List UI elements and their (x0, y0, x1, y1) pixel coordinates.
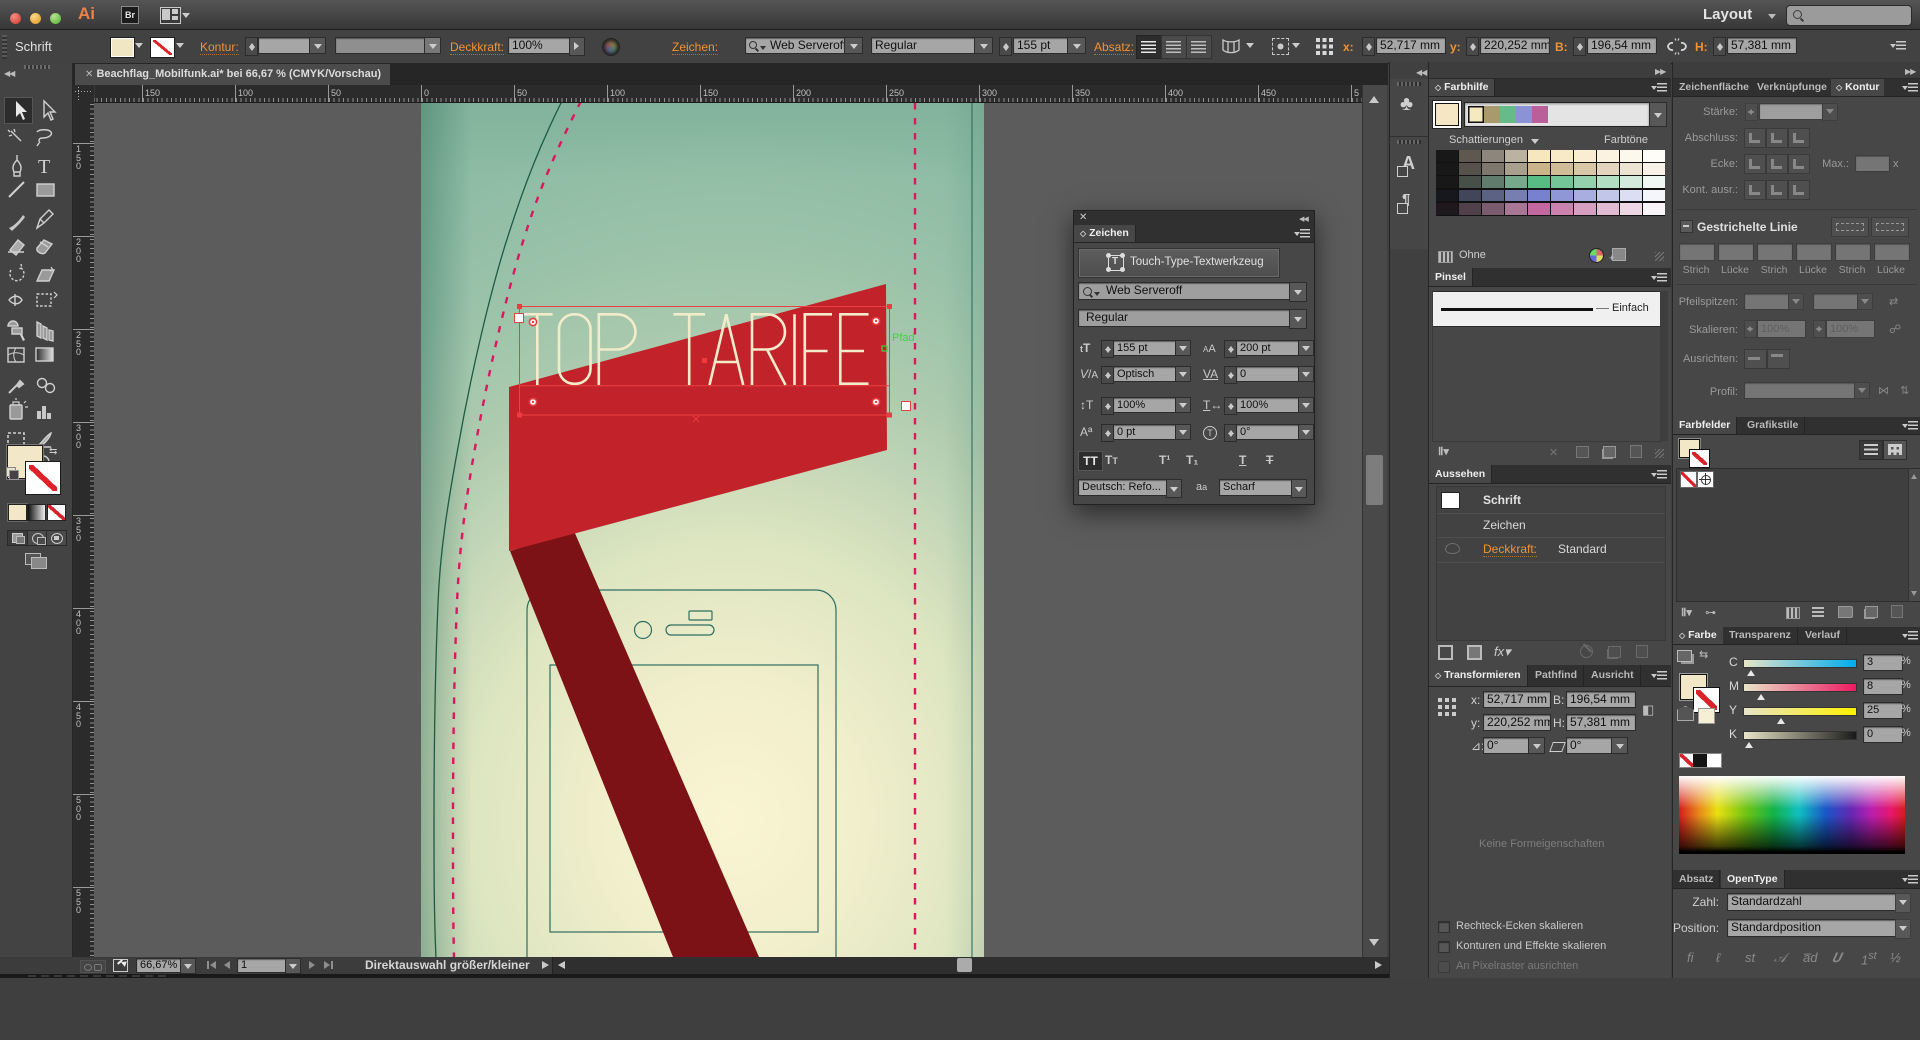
svg-text:T: T (38, 156, 50, 178)
svg-text:Pfad: Pfad (892, 332, 915, 344)
